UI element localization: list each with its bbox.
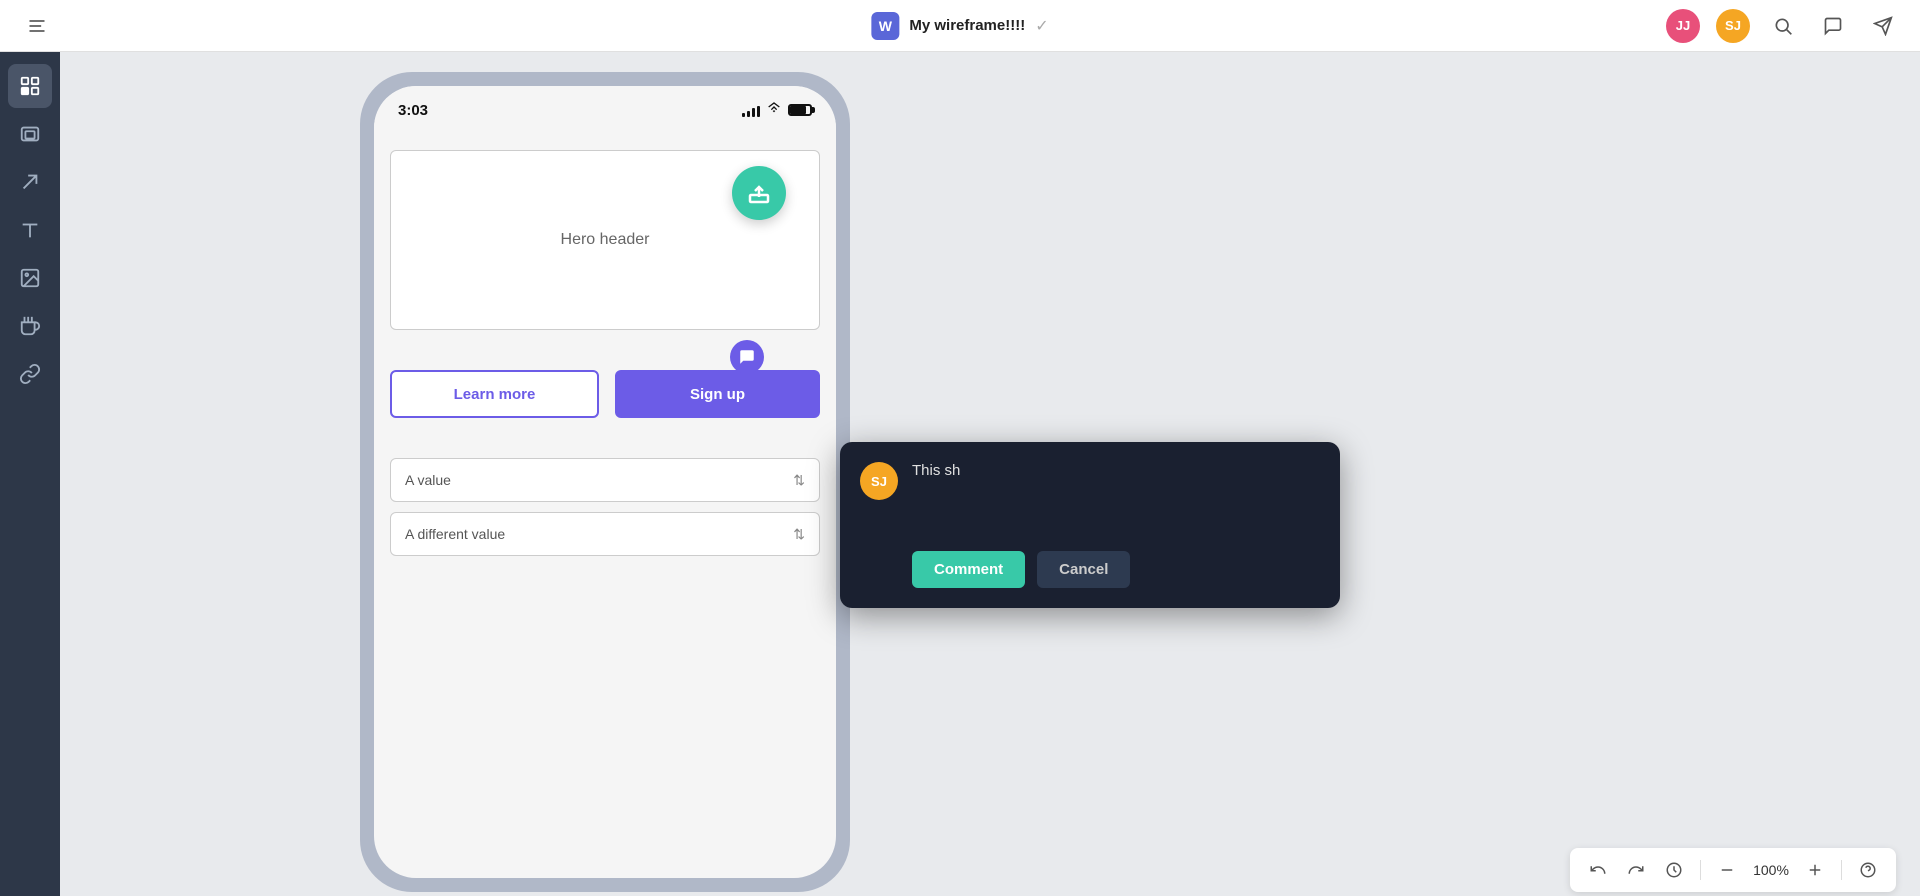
zoom-in-button[interactable] — [1799, 854, 1831, 886]
avatar-jj[interactable]: JJ — [1666, 9, 1700, 43]
status-icons — [742, 102, 812, 119]
menu-button[interactable] — [20, 9, 54, 43]
divider-1 — [1700, 860, 1701, 880]
project-title[interactable]: My wireframe!!!! — [909, 17, 1025, 34]
bottom-controls: 100% — [1570, 848, 1896, 892]
component-tool-btn[interactable] — [8, 304, 52, 348]
topbar-center: W My wireframe!!!! ✓ — [871, 12, 1048, 40]
search-button[interactable] — [1766, 9, 1800, 43]
image-tool-btn[interactable] — [8, 256, 52, 300]
status-time: 3:03 — [398, 102, 428, 119]
help-button[interactable] — [1852, 854, 1884, 886]
button-row: Learn more Sign up — [390, 370, 820, 418]
link-tool-btn[interactable] — [8, 352, 52, 396]
text-tool-btn[interactable] — [8, 208, 52, 252]
select-tool-btn[interactable] — [8, 64, 52, 108]
dropdown-arrow-icon: ⇅ — [793, 472, 805, 489]
canvas-area[interactable]: 3:03 — [60, 52, 1920, 896]
comment-popup-inner: SJ This sh — [860, 462, 1320, 537]
avatar-sj[interactable]: SJ — [1716, 9, 1750, 43]
main-area: 3:03 — [0, 52, 1920, 896]
left-toolbar — [0, 52, 60, 896]
battery-icon — [788, 104, 812, 116]
sign-up-button[interactable]: Sign up — [615, 370, 820, 418]
chat-button[interactable] — [1816, 9, 1850, 43]
dropdown2-arrow-icon: ⇅ — [793, 526, 805, 543]
bottom-bar: 100% — [60, 844, 1920, 896]
phone-status-bar: 3:03 — [374, 86, 836, 134]
comment-actions: Comment Cancel — [860, 551, 1320, 588]
comment-anchor-bubble[interactable] — [730, 340, 764, 374]
frame-tool-btn[interactable] — [8, 112, 52, 156]
topbar: W My wireframe!!!! ✓ JJ SJ — [0, 0, 1920, 52]
phone-mockup: 3:03 — [360, 72, 850, 892]
wifi-icon — [766, 102, 782, 119]
topbar-right: JJ SJ — [1666, 9, 1900, 43]
comment-input-area: This sh — [912, 462, 1320, 537]
undo-button[interactable] — [1582, 854, 1614, 886]
zoom-level: 100% — [1749, 862, 1793, 878]
signal-bars-icon — [742, 103, 760, 117]
comment-popup: SJ This sh Comment Cancel — [840, 442, 1340, 608]
send-button[interactable] — [1866, 9, 1900, 43]
w-logo: W — [871, 12, 899, 40]
cloud-saved-icon: ✓ — [1035, 16, 1048, 36]
comment-user-avatar: SJ — [860, 462, 898, 500]
divider-2 — [1841, 860, 1842, 880]
history-button[interactable] — [1658, 854, 1690, 886]
phone-frame: 3:03 — [360, 72, 850, 892]
floating-upload-button[interactable] — [732, 166, 786, 220]
dropdown-a-value[interactable]: A value ⇅ — [390, 458, 820, 502]
redo-button[interactable] — [1620, 854, 1652, 886]
submit-comment-button[interactable]: Comment — [912, 551, 1025, 588]
learn-more-button[interactable]: Learn more — [390, 370, 599, 418]
phone-screen: 3:03 — [374, 86, 836, 878]
dropdown-different-value[interactable]: A different value ⇅ — [390, 512, 820, 556]
hero-header-text: Hero header — [561, 231, 650, 249]
cancel-comment-button[interactable]: Cancel — [1037, 551, 1130, 588]
arrow-tool-btn[interactable] — [8, 160, 52, 204]
comment-textarea[interactable]: This sh — [912, 462, 1320, 532]
zoom-out-button[interactable] — [1711, 854, 1743, 886]
topbar-left — [20, 9, 54, 43]
